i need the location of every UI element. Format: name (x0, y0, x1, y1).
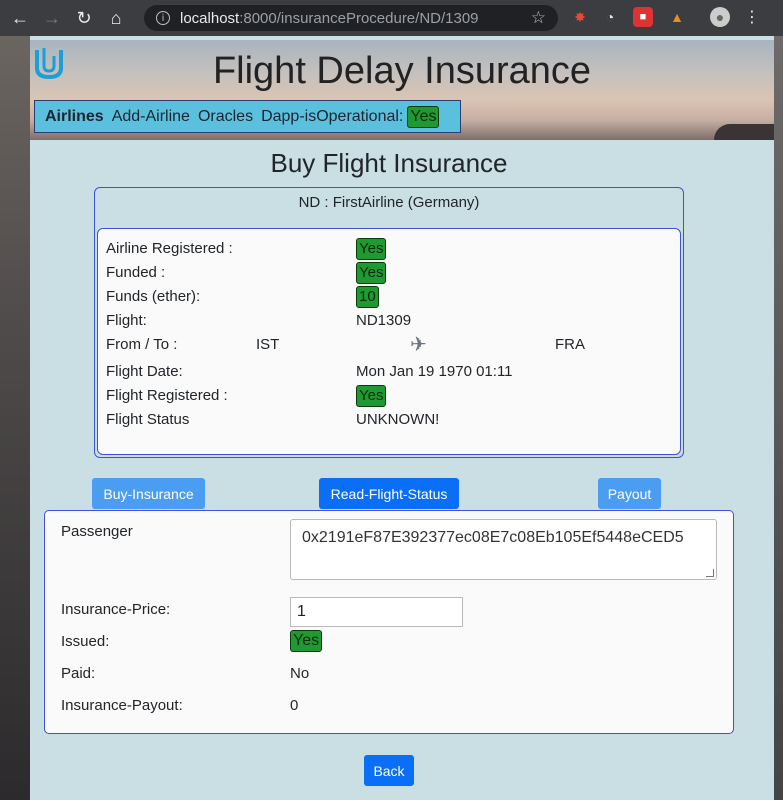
extension-gauge-icon[interactable]: ◔ (600, 7, 620, 27)
insurance-payout-label: Insurance-Payout: (61, 697, 183, 714)
airplane-icon: ✈ (410, 334, 427, 356)
back-arrow-icon[interactable]: ← (8, 6, 32, 30)
resize-grip-icon[interactable] (706, 569, 714, 577)
extension-bug-icon[interactable]: ✸ (570, 7, 590, 27)
flight-date-value: Mon Jan 19 1970 01:11 (356, 363, 513, 380)
page: Flight Delay Insurance Airlines Add-Airl… (30, 36, 774, 800)
issued-badge: Yes (290, 630, 323, 652)
read-flight-status-button[interactable]: Read-Flight-Status (319, 478, 459, 509)
airline-registered-label: Airline Registered : (106, 240, 233, 257)
paid-label: Paid: (61, 665, 96, 682)
funds-label: Funds (ether): (106, 288, 201, 305)
nav-add-airline[interactable]: Add-Airline (112, 108, 190, 126)
from-value: IST (256, 336, 280, 353)
flight-status-value: UNKNOWN! (356, 411, 440, 428)
buy-insurance-button[interactable]: Buy-Insurance (92, 478, 205, 509)
insurance-payout-value: 0 (290, 697, 299, 714)
menu-dots-icon[interactable]: ⋮ (742, 7, 762, 27)
flight-value: ND1309 (356, 312, 412, 329)
paid-value: No (290, 665, 310, 682)
navbar: Airlines Add-Airline Oracles Dapp-isOper… (34, 100, 461, 133)
back-button[interactable]: Back (364, 755, 414, 786)
nav-airlines[interactable]: Airlines (45, 108, 104, 126)
profile-avatar-icon[interactable]: ● (710, 7, 730, 27)
passenger-label: Passenger (61, 523, 133, 540)
forward-arrow-icon[interactable]: → (40, 6, 64, 30)
flight-date-label: Flight Date: (106, 363, 183, 380)
airline-registered-badge: Yes (356, 238, 387, 260)
background-right (774, 36, 783, 800)
operational-badge: Yes (407, 105, 440, 128)
nav-dapp-operational: Dapp-isOperational: (261, 107, 404, 125)
flight-registered-badge: Yes (356, 385, 387, 407)
passenger-address: 0x2191eF87E392377ec08E7c08Eb105Ef5448eCE… (302, 529, 684, 546)
home-icon[interactable]: ⌂ (104, 6, 128, 30)
extension-red-icon[interactable]: ■ (633, 7, 653, 27)
funds-badge: 10 (356, 286, 379, 308)
flight-registered-label: Flight Registered : (106, 387, 228, 404)
background-left (0, 36, 30, 800)
flight-card-header: ND : FirstAirline (Germany) (298, 194, 480, 211)
passenger-textarea[interactable]: 0x2191eF87E392377ec08E7c08Eb105Ef5448eCE… (290, 519, 717, 580)
insurance-price-input[interactable]: 1 (290, 597, 463, 627)
header-banner: Flight Delay Insurance Airlines Add-Airl… (30, 40, 774, 140)
flight-status-label: Flight Status (106, 411, 190, 428)
app-title: Flight Delay Insurance (212, 50, 592, 92)
to-value: FRA (555, 336, 585, 353)
payout-button[interactable]: Payout (598, 478, 661, 509)
banner-dark-corner (714, 124, 774, 140)
nav-oracles[interactable]: Oracles (198, 108, 253, 126)
address-bar[interactable]: i localhost:8000/insuranceProcedure/ND/1… (144, 5, 558, 31)
reload-icon[interactable]: ↻ (72, 6, 96, 30)
insurance-price-label: Insurance-Price: (61, 601, 171, 618)
flight-card: ND : FirstAirline (Germany) Airline Regi… (94, 187, 684, 458)
issued-label: Issued: (61, 633, 110, 650)
bookmark-star-icon[interactable]: ☆ (531, 8, 546, 28)
page-title: Buy Flight Insurance (270, 148, 508, 178)
from-to-label: From / To : (106, 336, 178, 353)
flight-details: Airline Registered : Yes Funded : Yes Fu… (97, 228, 681, 455)
funded-label: Funded : (106, 264, 166, 281)
flight-label: Flight: (106, 312, 147, 329)
browser-toolbar: ← → ↻ ⌂ i localhost:8000/insuranceProced… (0, 0, 783, 36)
extension-fox-icon[interactable]: ▲ (667, 7, 687, 27)
url-text[interactable]: localhost:8000/insuranceProcedure/ND/130… (180, 10, 479, 27)
insurance-card: Passenger 0x2191eF87E392377ec08E7c08Eb10… (44, 510, 734, 734)
funded-badge: Yes (356, 262, 387, 284)
info-icon[interactable]: i (156, 11, 170, 25)
